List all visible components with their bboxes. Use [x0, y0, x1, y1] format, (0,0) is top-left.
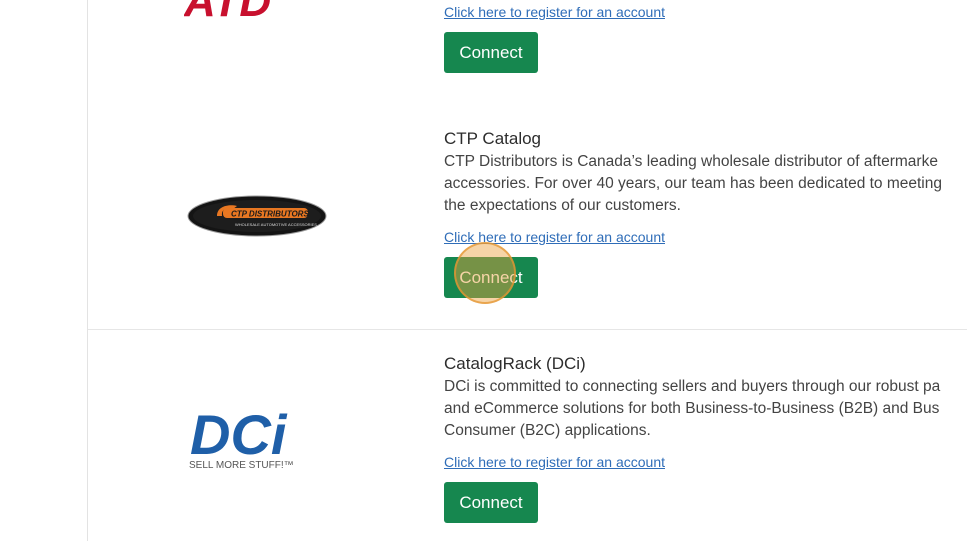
register-link-atd[interactable]: Click here to register for an account [444, 4, 665, 20]
connect-button-dci[interactable]: Connect [444, 482, 538, 523]
catalog-description-dci: DCi is committed to connecting sellers a… [444, 378, 941, 439]
dci-logo-subtext: SELL MORE STUFF!™ [189, 460, 294, 471]
atd-logo-text: ATD [184, 0, 271, 20]
catalog-title-ctp: CTP Catalog [444, 129, 542, 148]
register-link-dci[interactable]: Click here to register for an account [444, 454, 665, 470]
catalog-row-dci: DCi SELL MORE STUFF!™ CatalogRack (DCi) … [88, 330, 967, 541]
dci-logo: DCi SELL MORE STUFF!™ [188, 403, 328, 472]
ctp-logo-subtext: WHOLESALE AUTOMOTIVE ACCESSORIES [235, 222, 317, 227]
catalog-row-ctp: CTP DISTRIBUTORS WHOLESALE AUTOMOTIVE AC… [88, 104, 967, 330]
register-link-ctp[interactable]: Click here to register for an account [444, 229, 665, 245]
dci-logo-text: DCi [190, 412, 288, 466]
catalog-row-atd: ATD Click here to register for an accoun… [88, 0, 967, 105]
connect-button-atd[interactable]: Connect [444, 32, 538, 73]
ctp-logo: CTP DISTRIBUTORS WHOLESALE AUTOMOTIVE AC… [187, 195, 327, 237]
connect-button-ctp[interactable]: Connect [444, 257, 538, 298]
left-sidebar [0, 0, 88, 541]
catalog-description-ctp: CTP Distributors is Canada’s leading who… [444, 153, 942, 214]
ctp-logo-text: CTP DISTRIBUTORS [231, 210, 309, 219]
atd-logo: ATD [183, 0, 329, 26]
catalog-title-dci: CatalogRack (DCi) [444, 354, 586, 373]
